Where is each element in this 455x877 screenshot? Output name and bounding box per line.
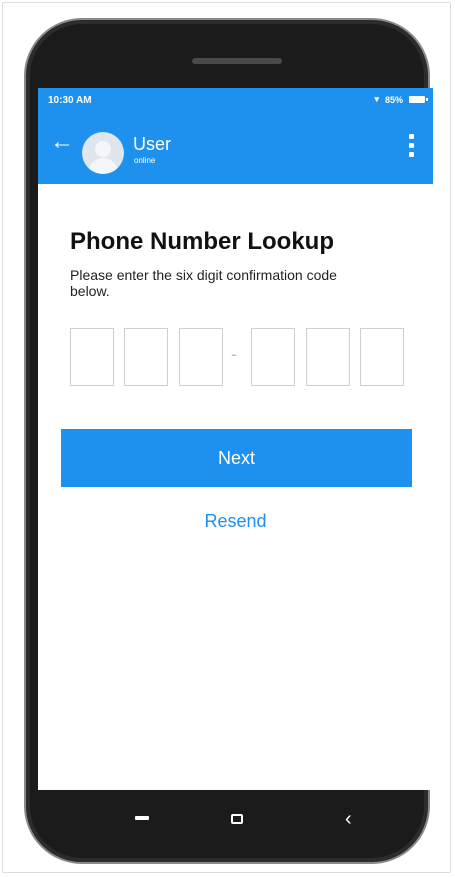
status-icons: ▾ 85%: [374, 94, 428, 105]
resend-link[interactable]: Resend: [38, 511, 433, 532]
code-digit-2[interactable]: [124, 328, 168, 386]
code-digit-4[interactable]: [251, 328, 295, 386]
home-square-icon[interactable]: [231, 814, 243, 824]
code-digit-5[interactable]: [306, 328, 350, 386]
battery-icon: [409, 96, 428, 103]
status-time: 10:30 AM: [48, 95, 92, 106]
avatar-body: [88, 158, 118, 174]
avatar[interactable]: [82, 132, 124, 174]
code-digit-6[interactable]: [360, 328, 404, 386]
code-digit-3[interactable]: [179, 328, 223, 386]
app-bar: ← User online: [38, 112, 433, 184]
menu-dot: [409, 134, 414, 139]
next-button[interactable]: Next: [61, 429, 412, 487]
code-separator: -: [231, 344, 237, 364]
menu-dot: [409, 143, 414, 148]
page-title: Phone Number Lookup: [70, 228, 334, 255]
wifi-icon: ▾: [374, 94, 379, 104]
code-digit-1[interactable]: [70, 328, 114, 386]
nav-back-icon[interactable]: ‹: [345, 808, 352, 831]
phone-screen: 10:30 AM ▾ 85% ← User online Phone Numbe…: [38, 88, 433, 790]
phone-speaker: [192, 58, 282, 64]
user-name: User: [133, 134, 172, 154]
more-vert-icon[interactable]: [409, 134, 415, 157]
user-status: online: [134, 156, 156, 165]
system-nav-bar: ‹: [38, 790, 433, 850]
back-arrow-icon[interactable]: ←: [50, 130, 74, 154]
menu-dot: [409, 152, 414, 157]
recent-apps-icon[interactable]: [135, 816, 149, 820]
battery-percent: 85%: [384, 94, 403, 105]
status-bar: 10:30 AM ▾ 85%: [38, 88, 433, 112]
instruction-text: Please enter the six digit confirmation …: [70, 267, 337, 299]
avatar-head: [95, 141, 111, 157]
